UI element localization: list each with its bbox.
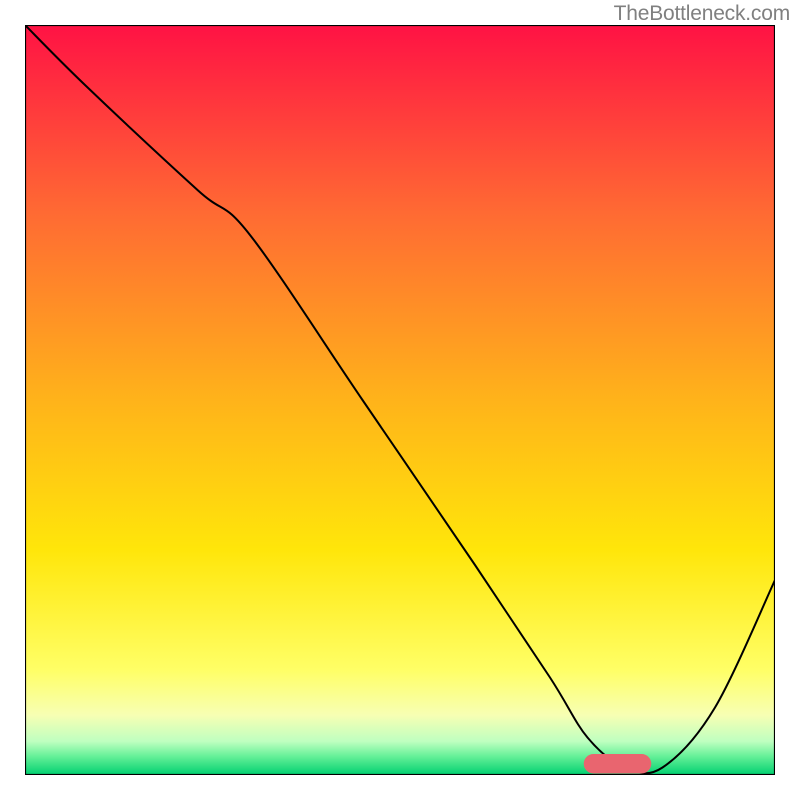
chart-svg — [25, 25, 775, 775]
chart-background — [25, 25, 775, 775]
min-marker — [584, 754, 652, 774]
chart-container — [25, 25, 775, 775]
attribution-text: TheBottleneck.com — [614, 2, 790, 26]
